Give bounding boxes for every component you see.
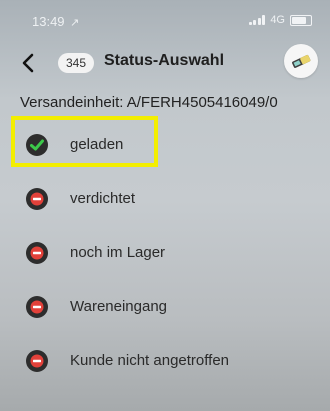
chevron-left-icon [22, 53, 34, 73]
status-time: 13:49 ↗ [32, 14, 79, 29]
status-unselected-indicator [26, 296, 48, 318]
minus-circle-icon [30, 354, 44, 368]
status-indicators: 4G [248, 14, 312, 26]
minus-circle-icon [30, 300, 44, 314]
status-label: verdichtet [70, 190, 136, 207]
status-unselected-indicator [26, 242, 48, 264]
shipment-unit-label: Versandeinheit: A/FERH4505416049/0 [20, 94, 278, 111]
signal-icon [248, 15, 266, 25]
back-button[interactable] [16, 48, 40, 78]
status-unselected-indicator [26, 188, 48, 210]
status-item-verdichtet[interactable]: verdichtet [0, 168, 330, 228]
navigation-bar: 345 Status-Auswahl [0, 44, 330, 84]
status-bar: 13:49 ↗ 4G [0, 0, 330, 44]
battery-icon [290, 14, 312, 26]
status-item-noch-im-lager[interactable]: noch im Lager [0, 222, 330, 282]
status-label: noch im Lager [70, 244, 166, 261]
page-title: Status-Auswahl [104, 52, 225, 69]
selection-highlight-box [11, 116, 158, 167]
status-item-kunde-nicht-angetroffen[interactable]: Kunde nicht angetroffen [0, 330, 330, 390]
minus-circle-icon [30, 192, 44, 206]
minus-circle-icon [30, 246, 44, 260]
status-unselected-indicator [26, 350, 48, 372]
status-time-text: 13:49 [32, 14, 65, 29]
status-label: Kunde nicht angetroffen [70, 352, 230, 369]
status-label: Wareneingang [70, 298, 168, 315]
network-type: 4G [270, 14, 285, 26]
eraser-icon [292, 54, 311, 68]
status-item-wareneingang[interactable]: Wareneingang [0, 276, 330, 336]
location-arrow-icon: ↗ [70, 17, 80, 29]
eraser-button[interactable] [284, 44, 318, 78]
count-badge: 345 [58, 53, 95, 73]
